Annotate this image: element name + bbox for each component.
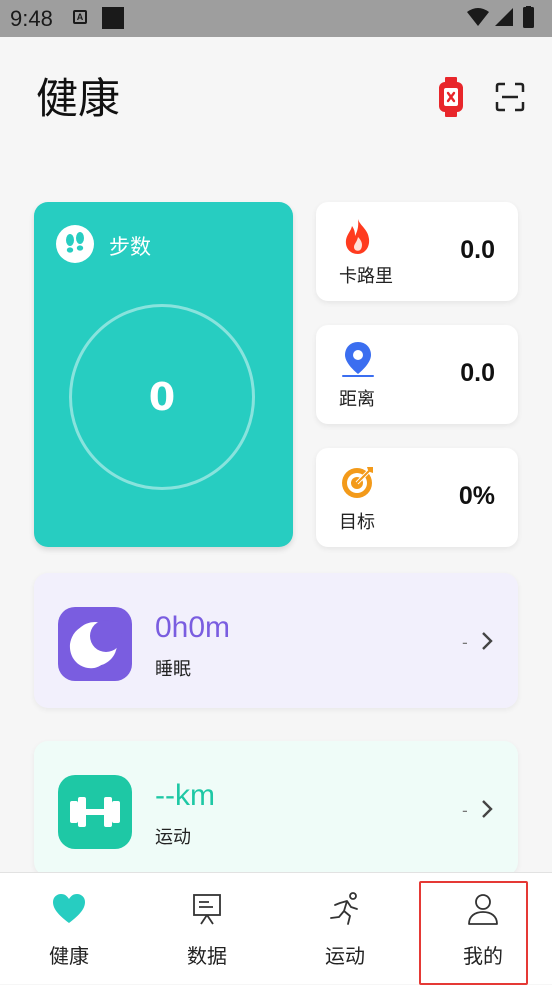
goal-card[interactable]: 目标 0% bbox=[316, 448, 518, 547]
chevron-right-icon bbox=[482, 632, 493, 650]
presentation-board-icon bbox=[193, 894, 221, 925]
target-icon bbox=[342, 467, 373, 498]
chevron-right-icon bbox=[482, 800, 493, 818]
steps-label: 步数 bbox=[109, 235, 151, 259]
goal-value: 0% bbox=[458, 482, 495, 510]
status-bar: 9:48 A bbox=[0, 0, 552, 37]
wifi-signal-battery-icon bbox=[467, 6, 534, 28]
distance-label: 距离 bbox=[339, 389, 375, 410]
exercise-label: 运动 bbox=[155, 827, 191, 848]
tab-label: 数据 bbox=[187, 944, 227, 968]
sleep-trailing-value: - bbox=[462, 633, 468, 652]
page-header: 健康 bbox=[0, 37, 552, 147]
exercise-value: --km bbox=[155, 779, 215, 812]
tab-exercise[interactable]: 运动 bbox=[276, 873, 414, 984]
exercise-card[interactable]: --km 运动 - bbox=[34, 741, 518, 876]
person-icon bbox=[468, 894, 498, 925]
calories-value: 0.0 bbox=[460, 236, 495, 264]
tab-label: 运动 bbox=[325, 944, 365, 968]
moon-icon bbox=[58, 607, 132, 681]
sleep-value: 0h0m bbox=[155, 611, 231, 644]
status-time: 9:48 bbox=[10, 6, 53, 31]
tab-label: 健康 bbox=[49, 944, 89, 968]
distance-card[interactable]: 距离 0.0 bbox=[316, 325, 518, 424]
smartwatch-disconnected-icon[interactable] bbox=[437, 77, 465, 117]
notification-a-icon: A bbox=[73, 10, 87, 24]
fire-icon bbox=[345, 219, 370, 254]
goal-label: 目标 bbox=[339, 512, 375, 533]
footprints-icon bbox=[56, 225, 94, 263]
page-title: 健康 bbox=[36, 74, 121, 123]
calories-label: 卡路里 bbox=[339, 266, 393, 287]
exercise-trailing-value: - bbox=[462, 801, 468, 820]
location-pin-icon bbox=[342, 342, 374, 377]
tab-label: 我的 bbox=[463, 944, 503, 968]
tab-mine[interactable]: 我的 bbox=[414, 873, 552, 985]
bottom-tab-bar: 健康 数据 运动 我的 bbox=[0, 872, 552, 985]
notification-square-icon bbox=[102, 7, 124, 29]
dumbbell-icon bbox=[58, 775, 132, 849]
running-person-icon bbox=[330, 892, 358, 925]
tab-data[interactable]: 数据 bbox=[138, 873, 276, 984]
sleep-label: 睡眠 bbox=[155, 659, 191, 680]
heart-icon bbox=[53, 894, 85, 923]
distance-value: 0.0 bbox=[460, 359, 495, 387]
tab-health[interactable]: 健康 bbox=[0, 873, 138, 984]
steps-value: 0 bbox=[148, 375, 176, 419]
sleep-card[interactable]: 0h0m 睡眠 - bbox=[34, 573, 518, 708]
steps-card[interactable]: 步数 0 bbox=[34, 202, 293, 547]
calories-card[interactable]: 卡路里 0.0 bbox=[316, 202, 518, 301]
scan-icon[interactable] bbox=[495, 82, 525, 112]
